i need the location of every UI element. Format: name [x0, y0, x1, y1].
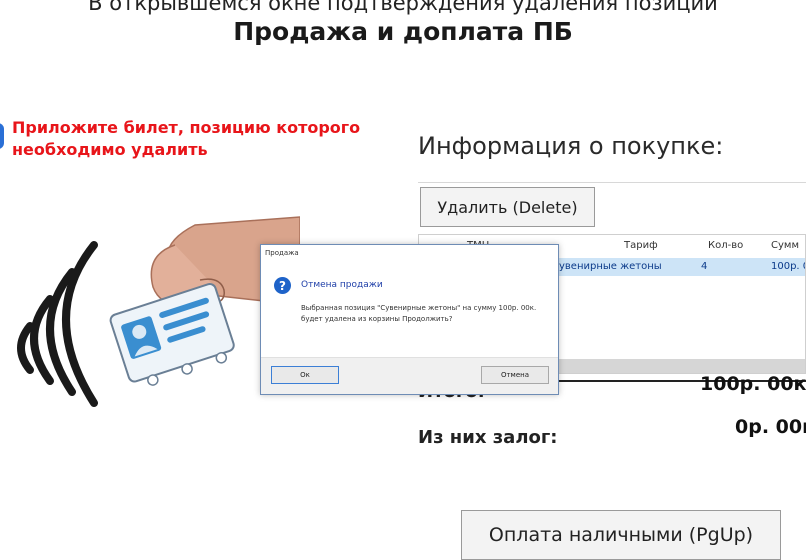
cancel-button[interactable]: Отмена [481, 366, 549, 384]
dialog-footer: Ок Отмена [261, 357, 558, 394]
deposit-value: 0р. 00к [735, 416, 806, 438]
confirm-dialog: Продажа ? Отмена продажи Выбранная позиц… [260, 244, 559, 395]
row-qty: 4 [701, 261, 708, 272]
deposit-label: Из них залог: [418, 427, 558, 448]
dialog-message: Выбранная позиция "Сувенирные жетоны" на… [301, 304, 537, 323]
column-header[interactable]: Кол-во [708, 240, 743, 251]
row-sum: 100р. 00 [771, 261, 805, 272]
dialog-title: Продажа [265, 249, 299, 257]
column-header[interactable]: Тариф [624, 240, 658, 251]
nfc-ticket-illustration [17, 216, 300, 407]
instruction-marker [0, 123, 4, 149]
total-value: 100р. 00к [700, 373, 806, 395]
caption: В открывшемся окне подтверждения удалени… [88, 0, 718, 15]
toolbar-divider [418, 182, 806, 183]
pay-cash-button[interactable]: Оплата наличными (PgUp) [461, 510, 781, 560]
dialog-heading: Отмена продажи [301, 280, 383, 290]
ticket-card-icon [109, 283, 235, 386]
page-title: Продажа и доплата ПБ [233, 17, 573, 46]
row-tariff: увенирные жетоны [559, 261, 662, 272]
dialog-titlebar[interactable]: Продажа [261, 245, 558, 263]
delete-button[interactable]: Удалить (Delete) [420, 187, 595, 227]
column-header[interactable]: Сумм [771, 240, 799, 251]
question-icon: ? [274, 277, 291, 294]
purchase-info-title: Информация о покупке: [418, 132, 724, 160]
ok-button[interactable]: Ок [271, 366, 339, 384]
instruction-text: Приложите билет, позицию которого необхо… [12, 118, 361, 159]
nfc-waves-icon [17, 241, 98, 407]
